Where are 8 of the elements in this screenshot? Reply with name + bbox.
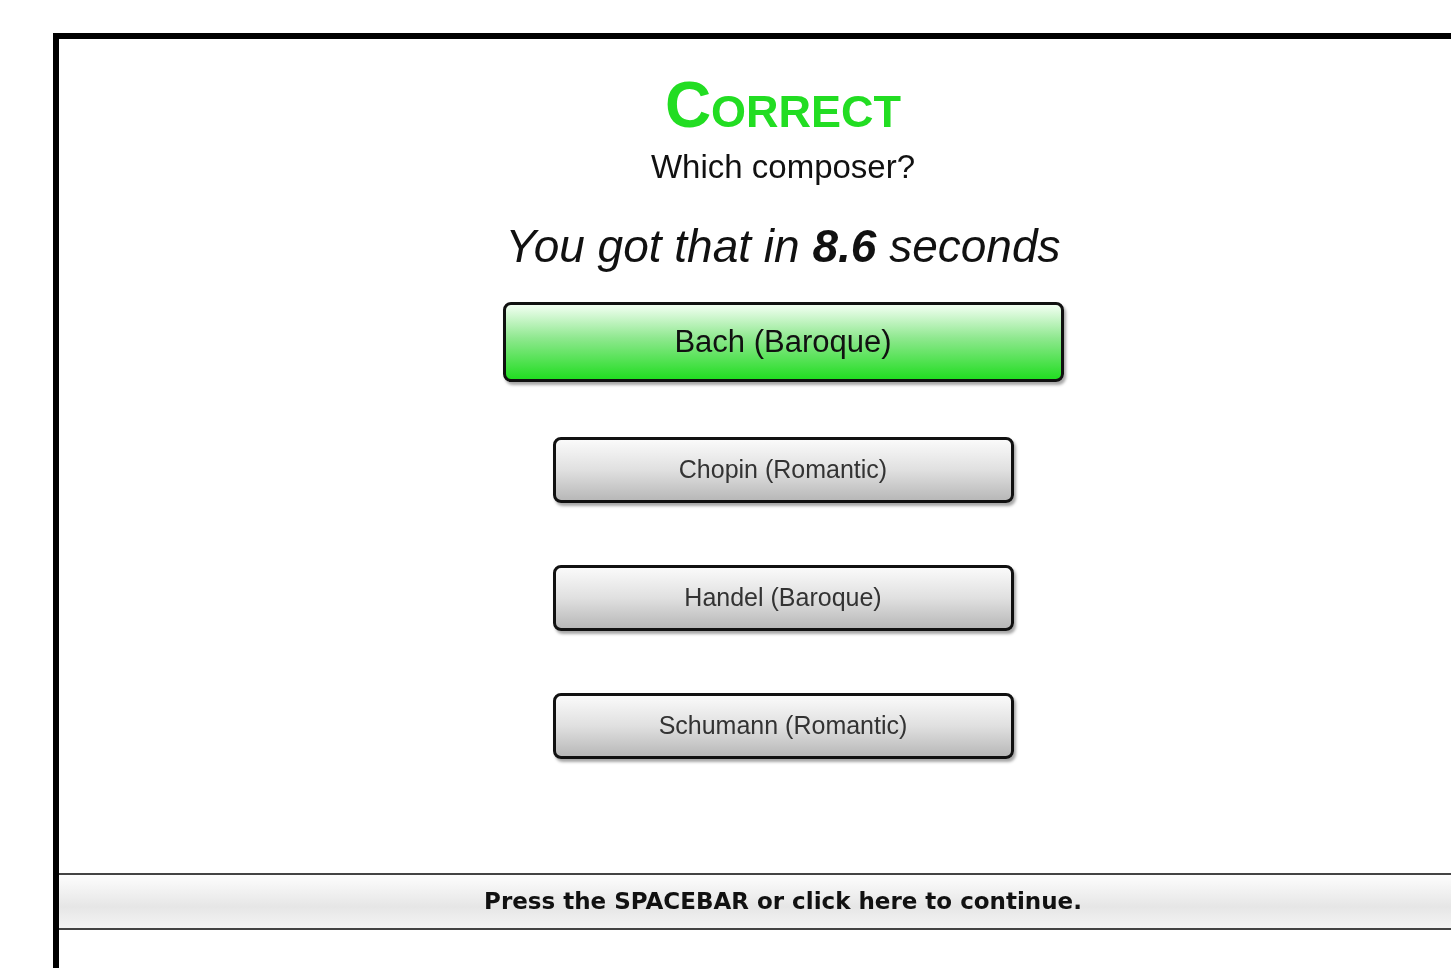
answer-button[interactable]: Bach (Baroque)	[502, 301, 1064, 382]
time-text: You got that in 8.6 seconds	[505, 221, 1061, 272]
continue-bar[interactable]: Press the SPACEBAR or click here to continue.	[59, 872, 1451, 930]
answer-button[interactable]: Schumann (Romantic)	[552, 692, 1014, 759]
question-text: Which composer?	[650, 149, 916, 186]
answer-button[interactable]: Handel (Baroque)	[552, 564, 1014, 631]
result-title: Correct	[664, 73, 902, 137]
answer-button[interactable]: Chopin (Romantic)	[552, 436, 1014, 503]
